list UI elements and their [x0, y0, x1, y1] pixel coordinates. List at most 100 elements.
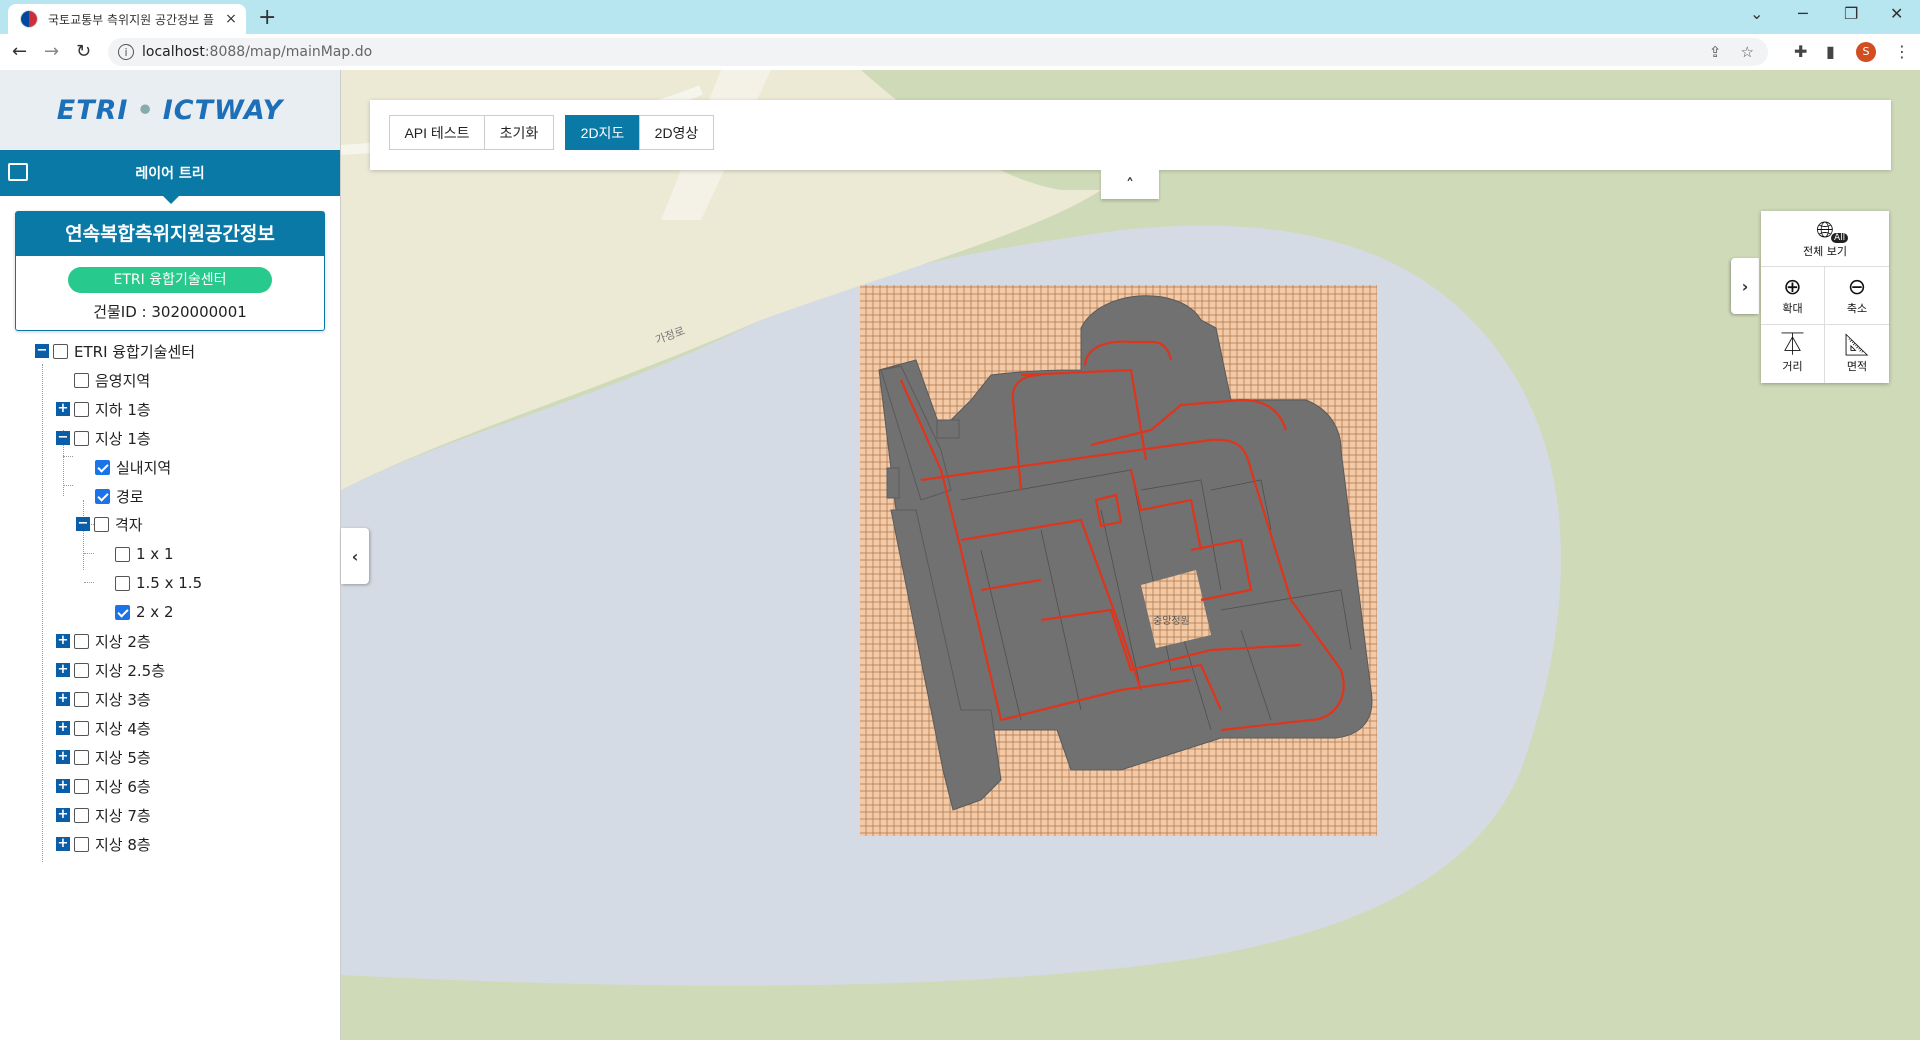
back-icon[interactable]: ←	[12, 41, 27, 62]
layer-tree-header[interactable]: 레이어 트리	[0, 150, 340, 204]
layer-checkbox[interactable]	[74, 836, 89, 852]
layer-checkbox[interactable]	[115, 546, 130, 562]
expand-toggle[interactable]: +	[56, 808, 70, 822]
tree-node-f8: + 지상 8층	[56, 833, 151, 855]
collapse-toggle[interactable]: −	[76, 517, 90, 531]
area-button[interactable]: 📐︎ 면적	[1825, 325, 1889, 383]
tool-panel-toggle[interactable]: ›	[1731, 258, 1759, 314]
browser-tab[interactable]: 국토교통부 측위지원 공간정보 플 ×	[8, 4, 246, 34]
tree-label: 지상 1층	[95, 429, 151, 448]
expand-toggle[interactable]: +	[56, 721, 70, 735]
toolbar-collapse-button[interactable]: ˄	[1101, 170, 1159, 199]
layer-checkbox[interactable]	[94, 516, 109, 532]
sidebar: ETRI • ICTWAY 레이어 트리 연속복합측위지원공간정보 ETRI 융…	[0, 70, 341, 1040]
zoom-out-button[interactable]: ⊖ 축소	[1825, 267, 1889, 325]
profile-avatar[interactable]: S	[1856, 42, 1876, 62]
expand-toggle[interactable]: +	[56, 779, 70, 793]
tab-search-icon[interactable]: ⌄	[1750, 4, 1763, 23]
tree-node-f6: + 지상 6층	[56, 775, 151, 797]
collapse-toggle[interactable]: −	[35, 344, 49, 358]
layer-checkbox[interactable]	[74, 749, 89, 765]
tree-node-f2: + 지상 2층	[56, 630, 151, 652]
layer-checkbox[interactable]	[74, 720, 89, 736]
bookmark-star-icon[interactable]: ☆	[1741, 43, 1754, 61]
tree-label: 지상 3층	[95, 690, 151, 709]
zoom-out-icon: ⊖	[1847, 274, 1867, 300]
tree-node-grid-2x2: 2 x 2	[115, 601, 174, 623]
ruler-icon: 📐︎	[1843, 333, 1871, 358]
chevron-right-icon: ›	[1741, 276, 1749, 296]
tree-node-root: − ETRI 융합기술센터	[35, 340, 195, 362]
tree-label: 경로	[116, 487, 144, 506]
tree-label: 지상 2층	[95, 632, 151, 651]
expand-toggle[interactable]: +	[56, 634, 70, 648]
layer-checkbox-checked[interactable]	[115, 604, 130, 620]
layer-checkbox-checked[interactable]	[95, 459, 110, 475]
image-2d-button[interactable]: 2D영상	[639, 115, 714, 150]
api-test-button[interactable]: API 테스트	[389, 115, 485, 150]
collapse-toggle[interactable]: −	[56, 431, 70, 445]
layer-list-icon	[8, 163, 28, 181]
distance-button[interactable]: ⏄ 거리	[1761, 325, 1825, 383]
sidebar-collapse-button[interactable]: ‹	[341, 528, 369, 584]
layer-checkbox[interactable]	[74, 691, 89, 707]
url-field[interactable]: i localhost:8088/map/mainMap.do ⇪ ☆	[108, 38, 1768, 66]
layer-checkbox[interactable]	[74, 807, 89, 823]
tree-label: 2 x 2	[136, 603, 174, 621]
zoom-in-button[interactable]: ⊕ 확대	[1761, 267, 1825, 325]
minimize-button[interactable]: ─	[1798, 4, 1808, 23]
expand-toggle[interactable]: +	[56, 663, 70, 677]
full-view-button[interactable]: 🌐︎ 전체 보기 All	[1761, 211, 1889, 267]
courtyard-label: 중앙정원	[1153, 615, 1190, 627]
side-panel-icon[interactable]: ▮	[1826, 42, 1835, 61]
url-path: :8088/map/mainMap.do	[204, 44, 373, 60]
layer-checkbox[interactable]	[53, 343, 68, 359]
layer-checkbox[interactable]	[74, 662, 89, 678]
url-host: localhost	[142, 44, 205, 60]
layer-checkbox-checked[interactable]	[95, 488, 110, 504]
map-canvas[interactable]: 가정로 중앙정원	[341, 70, 1920, 1040]
reset-button[interactable]: 초기화	[484, 115, 554, 150]
map-svg: 가정로 중앙정원	[341, 70, 1561, 986]
browser-tab-bar: 국토교통부 측위지원 공간정보 플 × + ⌄ ─ ❐ ✕	[0, 0, 1920, 34]
distance-label: 거리	[1782, 360, 1803, 373]
new-tab-button[interactable]: +	[258, 5, 276, 30]
tree-label: 격자	[115, 515, 143, 534]
layer-checkbox[interactable]	[115, 575, 130, 591]
card-title: 연속복합측위지원공간정보	[16, 212, 324, 256]
tree-node-b1: + 지하 1층	[56, 398, 151, 420]
tab-title: 국토교통부 측위지원 공간정보 플	[48, 12, 215, 27]
layer-checkbox[interactable]	[74, 430, 89, 446]
zoom-out-label: 축소	[1846, 301, 1868, 315]
map-2d-button[interactable]: 2D지도	[565, 115, 640, 150]
expand-toggle[interactable]: +	[56, 692, 70, 706]
tree-label: 지상 6층	[95, 777, 151, 796]
tree-label: 1 x 1	[136, 545, 174, 563]
forward-icon[interactable]: →	[44, 41, 59, 62]
all-badge: All	[1831, 233, 1849, 243]
tree-node-indoor: 실내지역	[95, 456, 171, 478]
reload-icon[interactable]: ↻	[76, 41, 91, 62]
map-tool-panel: 🌐︎ 전체 보기 All ⊕ 확대 ⊖ 축소 ⏄ 거리 📐︎ 면적	[1761, 211, 1889, 383]
menu-icon[interactable]: ⋮	[1894, 42, 1910, 61]
layer-checkbox[interactable]	[74, 372, 89, 388]
building-id: 건물ID : 3020000001	[93, 303, 247, 321]
layer-checkbox[interactable]	[74, 778, 89, 794]
tree-node-grid-1.5x1.5: 1.5 x 1.5	[115, 572, 202, 594]
expand-toggle[interactable]: +	[56, 837, 70, 851]
extensions-icon[interactable]: ✚	[1794, 42, 1807, 61]
site-info-icon[interactable]: i	[118, 44, 134, 60]
layer-checkbox[interactable]	[74, 401, 89, 417]
tree-node-f25: + 지상 2.5층	[56, 659, 165, 681]
share-icon[interactable]: ⇪	[1709, 43, 1722, 61]
maximize-button[interactable]: ❐	[1844, 4, 1858, 23]
tab-close-icon[interactable]: ×	[222, 11, 240, 27]
tree-label: 음영지역	[95, 371, 151, 390]
korea-flag-icon	[20, 10, 38, 28]
expand-toggle[interactable]: +	[56, 750, 70, 764]
expand-toggle[interactable]: +	[56, 402, 70, 416]
window-close-button[interactable]: ✕	[1890, 4, 1903, 23]
tree-label: 지상 2.5층	[95, 661, 166, 680]
layer-checkbox[interactable]	[74, 633, 89, 649]
tree-label: 지상 8층	[95, 835, 151, 854]
